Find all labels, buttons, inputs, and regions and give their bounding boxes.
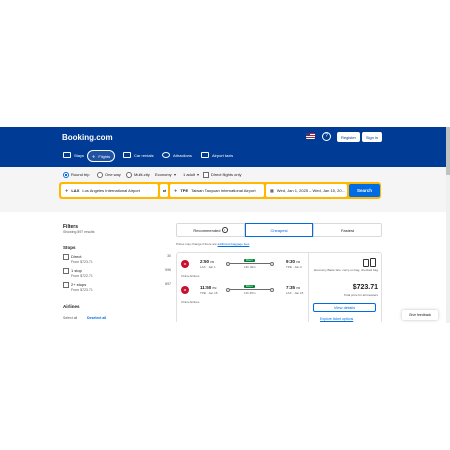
attraction-icon (162, 152, 170, 158)
dates-field[interactable]: ▦ Wed, Jan 1, 2025 – Wed, Jan 15, 20... (266, 184, 347, 197)
trip-oneway[interactable]: One way (97, 171, 121, 178)
explore-ticket-options-link[interactable]: Explore ticket options (320, 317, 353, 321)
search-button[interactable]: Search (349, 184, 380, 197)
outbound-arrival-info: TPE · Jan 2 (286, 265, 302, 269)
register-button[interactable]: Register (337, 132, 360, 142)
airlines-title: Airlines (63, 304, 80, 309)
checkbox-icon (63, 282, 69, 288)
give-feedback-button[interactable]: Give feedback (402, 310, 438, 320)
price-note: Total price for all travelers (343, 293, 378, 297)
tab-cheapest[interactable]: Cheapest (245, 223, 313, 237)
cabin-select[interactable]: Economy (155, 171, 176, 178)
return-arrival-info: LAX · Jan 15 (286, 291, 304, 295)
checkbox-icon (203, 171, 209, 178)
checkbox-icon (63, 268, 69, 274)
outbound-departure-info: LAX · Jan 1 (200, 265, 216, 269)
from-field[interactable]: ✈ LAX Los Angeles International Airport (61, 184, 158, 197)
deselect-all-link[interactable]: Deselect all (87, 316, 106, 320)
route-dot (270, 262, 274, 266)
nav-airport-taxis[interactable]: Airport taxis (201, 150, 233, 160)
outbound-duration: 14h 40m (244, 265, 256, 269)
tab-fastest[interactable]: Fastest (313, 223, 382, 237)
checkbox-icon (63, 254, 69, 260)
select-all-link[interactable]: Select all (63, 316, 77, 320)
swap-button[interactable]: ⇄ (160, 184, 168, 197)
fare-note: Economy Basic fare: carry-on bag, checke… (314, 268, 378, 272)
return-duration: 11h 45m (244, 291, 256, 295)
plane-icon: ✈ (92, 153, 96, 159)
airline-name: China Airlines (181, 300, 200, 304)
swap-icon: ⇄ (162, 188, 167, 193)
trip-round[interactable]: Round trip (63, 171, 89, 178)
bed-icon (63, 152, 71, 158)
return-departure-time: 11:50 PM (200, 285, 217, 290)
nav-car-rentals[interactable]: Car rentals (123, 150, 154, 160)
radio-icon (63, 171, 69, 178)
card-divider (308, 252, 309, 322)
stop-filter-direct[interactable]: Direct From $723.71 30 (63, 254, 171, 266)
china-airlines-logo: CI (181, 286, 189, 294)
stop-filter-1-stop[interactable]: 1 stop From $722.71 596 (63, 268, 171, 280)
help-icon[interactable]: ? (322, 132, 331, 141)
view-details-button[interactable]: View details (313, 303, 376, 312)
direct-only-toggle[interactable]: Direct flights only (203, 171, 241, 178)
plane-landing-icon: ✈ (174, 188, 178, 193)
trip-multicity[interactable]: Multi-city (126, 171, 150, 178)
tab-recommended[interactable]: Recommended i (176, 223, 245, 237)
outbound-departure-time: 2:50 PM (200, 259, 215, 264)
scrollbar-thumb[interactable] (446, 127, 450, 175)
baggage-fees-link[interactable]: additional baggage fees (218, 242, 250, 246)
checked-bag-icon (370, 258, 376, 267)
carry-on-bag-icon (363, 259, 369, 267)
nav-stays[interactable]: Stays (63, 150, 84, 160)
nav-flights[interactable]: ✈ Flights (87, 150, 116, 162)
passengers-select[interactable]: 1 adult (183, 171, 200, 178)
return-arrival-time: 7:35 PM (286, 285, 301, 290)
route-line (230, 263, 270, 264)
stops-title: Stops (63, 245, 76, 250)
price: $723.71 (352, 284, 378, 291)
taxi-icon (201, 152, 209, 158)
chevron-down-icon (197, 173, 200, 176)
info-icon: i (221, 227, 228, 233)
booking-logo[interactable]: Booking.com (62, 133, 113, 142)
results-count: Showing 897 results (63, 230, 95, 234)
china-airlines-logo: CI (181, 260, 189, 268)
stop-filter-2-stops[interactable]: 2+ stops From $723.71 897 (63, 282, 171, 294)
outbound-arrival-time: 9:30 PM (286, 259, 301, 264)
to-field[interactable]: ✈ TPE Taiwan Taoyuan International Airpo… (170, 184, 264, 197)
nav-attractions[interactable]: Attractions (162, 150, 192, 160)
plane-takeoff-icon: ✈ (65, 188, 69, 193)
return-departure-info: TPE · Jan 15 (200, 291, 218, 295)
chevron-down-icon (173, 173, 176, 176)
radio-icon (97, 171, 103, 178)
price-note: Prices may change if there are additiona… (176, 242, 250, 246)
direct-badge: Direct (244, 285, 255, 288)
radio-icon (126, 171, 132, 178)
airline-name: China Airlines (181, 274, 200, 278)
us-flag-icon[interactable] (306, 133, 315, 139)
route-dot (270, 288, 274, 292)
direct-badge: Direct (244, 259, 255, 262)
calendar-icon: ▦ (270, 188, 274, 193)
sign-in-button[interactable]: Sign in (362, 132, 382, 142)
car-icon (123, 152, 131, 158)
route-line (230, 289, 270, 290)
